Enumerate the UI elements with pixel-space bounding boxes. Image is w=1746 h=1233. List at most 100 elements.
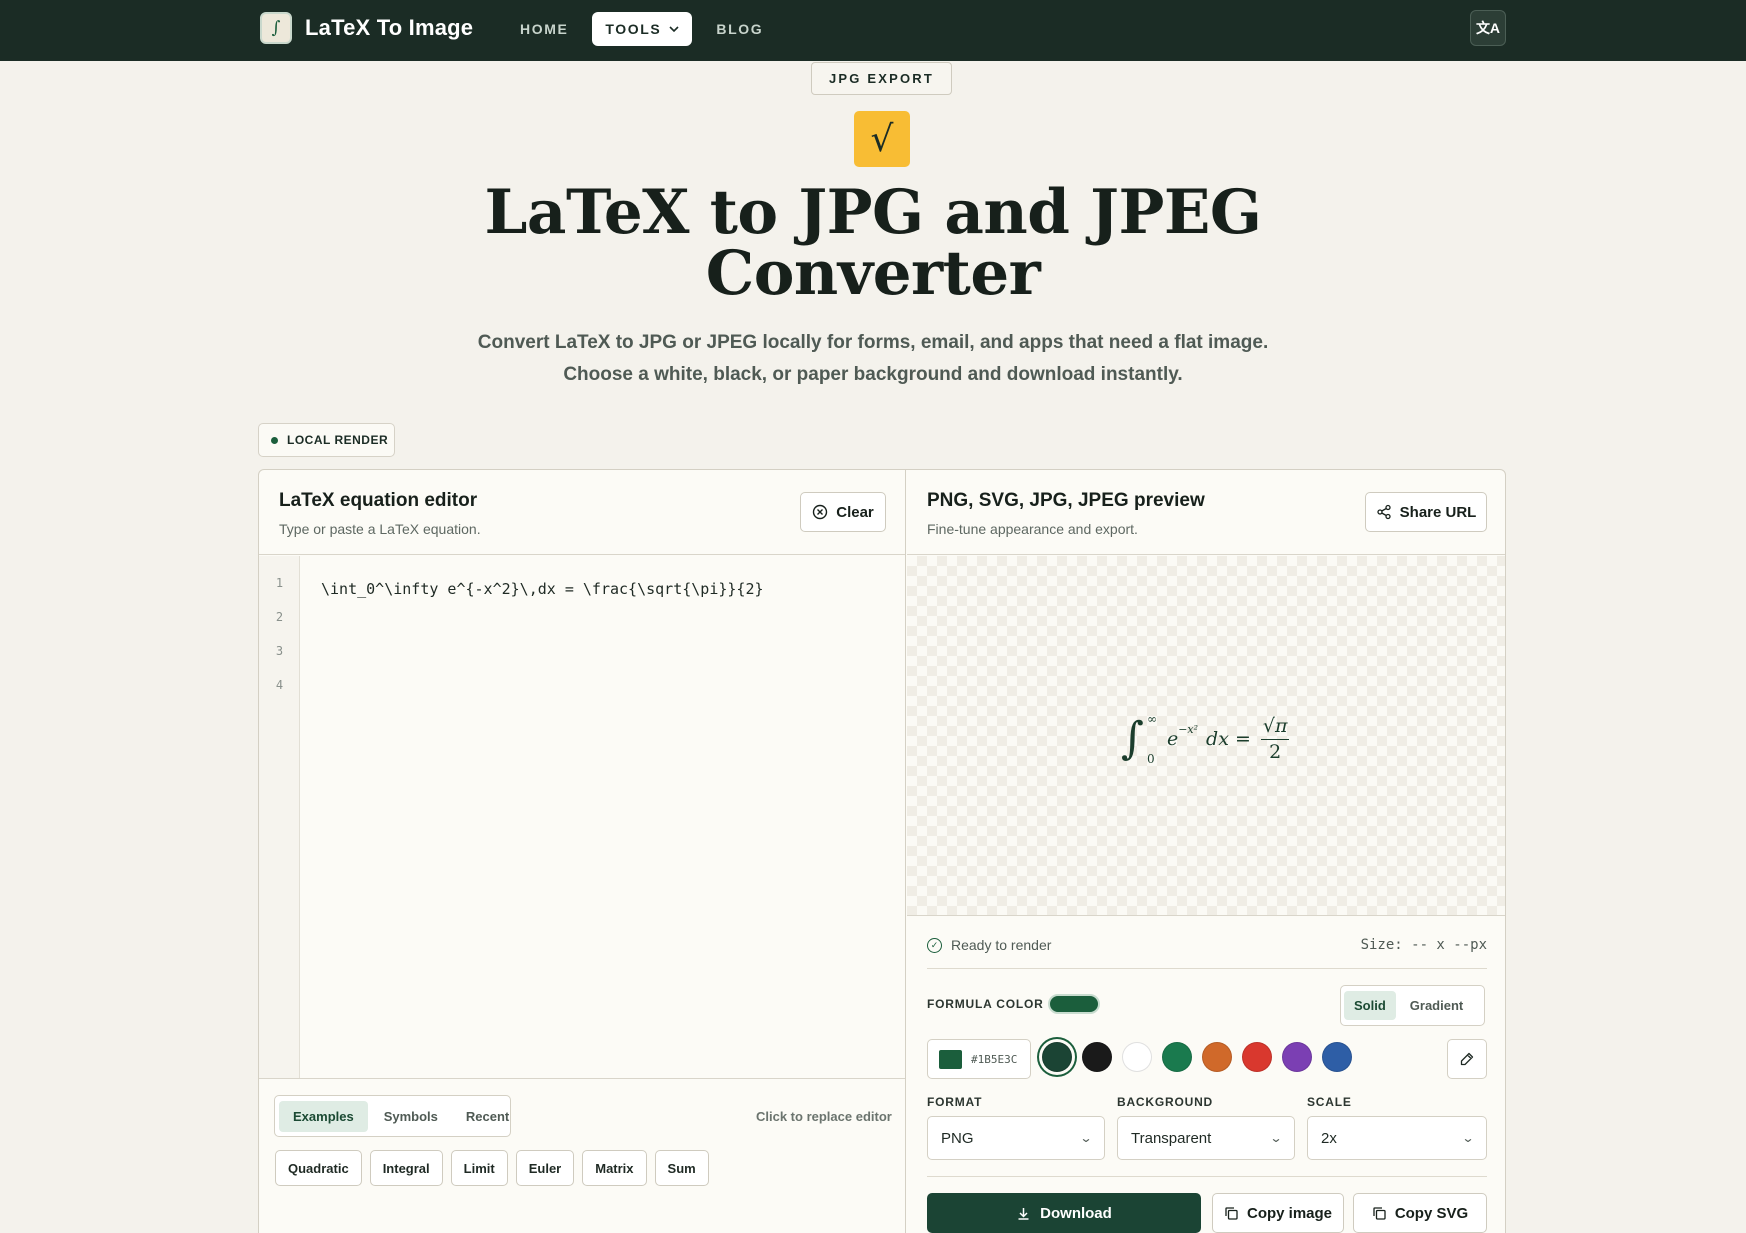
- current-color-swatch: [939, 1049, 962, 1069]
- latex-code-input[interactable]: \int_0^\infty e^{-x^2}\,dx = \frac{\sqrt…: [321, 580, 764, 598]
- swatch-purple[interactable]: [1282, 1042, 1312, 1072]
- tab-recent[interactable]: Recent: [454, 1101, 521, 1132]
- chevron-down-icon: ⌄: [1269, 1131, 1283, 1145]
- background-label: BACKGROUND: [1117, 1095, 1213, 1109]
- top-navbar: ∫ LaTeX To Image HOME TOOLS BLOG 文A: [0, 0, 1746, 61]
- fraction-denominator: 2: [1269, 741, 1282, 763]
- swatch-blue[interactable]: [1322, 1042, 1352, 1072]
- line-number: 3: [275, 644, 284, 658]
- local-render-label: LOCAL RENDER: [287, 433, 389, 447]
- share-url-button[interactable]: Share URL: [1365, 492, 1487, 532]
- formula-color-indicator[interactable]: [1048, 994, 1100, 1014]
- example-sum[interactable]: Sum: [654, 1150, 709, 1186]
- swatch-orange[interactable]: [1202, 1042, 1232, 1072]
- swatch-dark-green[interactable]: [1042, 1042, 1072, 1072]
- integral-sign: ∫: [1121, 713, 1144, 764]
- line-number: 4: [275, 678, 284, 692]
- color-mode-gradient[interactable]: Gradient: [1400, 991, 1473, 1020]
- sqrt-icon: √: [854, 111, 910, 167]
- scale-select[interactable]: 2x ⌄: [1307, 1116, 1487, 1160]
- color-swatches: [1042, 1042, 1352, 1072]
- integral-limits: ∞ 0: [1147, 712, 1157, 766]
- preview-title: PNG, SVG, JPG, JPEG preview: [927, 490, 1205, 511]
- swatch-red[interactable]: [1242, 1042, 1272, 1072]
- divider: [927, 1176, 1487, 1177]
- example-limit[interactable]: Limit: [450, 1150, 508, 1186]
- nav-blog[interactable]: BLOG: [706, 12, 773, 46]
- formula-color-label: FORMULA COLOR: [927, 997, 1044, 1011]
- jpg-export-tag: JPG EXPORT: [811, 62, 952, 95]
- brand-link[interactable]: ∫ LaTeX To Image: [260, 12, 473, 44]
- page-title-line2: Converter: [705, 238, 1041, 309]
- copy-image-label: Copy image: [1246, 1204, 1333, 1222]
- background-select[interactable]: Transparent ⌄: [1117, 1116, 1295, 1160]
- preview-header: PNG, SVG, JPG, JPEG preview Fine-tune ap…: [907, 470, 1505, 555]
- format-select[interactable]: PNG ⌄: [927, 1116, 1105, 1160]
- example-chips: Quadratic Integral Limit Euler Matrix Su…: [275, 1150, 709, 1186]
- example-matrix[interactable]: Matrix: [582, 1150, 647, 1186]
- size-readout: Size: -- x --px: [1360, 937, 1487, 953]
- background-value: Transparent: [1131, 1129, 1212, 1147]
- editor-panel: LaTeX equation editor Type or paste a La…: [259, 470, 906, 1233]
- formula-exponent: −x²: [1178, 722, 1199, 736]
- eyedropper-button[interactable]: [1447, 1039, 1487, 1079]
- tab-symbols[interactable]: Symbols: [372, 1101, 450, 1132]
- lower-limit: 0: [1146, 752, 1155, 766]
- translate-icon: 文A: [1475, 20, 1501, 36]
- render-status: ✓ Ready to render: [927, 937, 1051, 953]
- example-integral[interactable]: Integral: [369, 1150, 443, 1186]
- page-subtitle: Convert LaTeX to JPG or JPEG locally for…: [373, 327, 1373, 391]
- local-render-badge: LOCAL RENDER: [258, 423, 395, 457]
- copy-svg-button[interactable]: Copy SVG: [1353, 1193, 1487, 1233]
- swatch-black[interactable]: [1082, 1042, 1112, 1072]
- nav-tools-label: TOOLS: [605, 21, 662, 37]
- page-title-line1: LaTeX to JPG and JPEG: [484, 177, 1262, 248]
- editor-tabs: Examples Symbols Recent: [274, 1095, 511, 1137]
- clear-button[interactable]: Clear: [800, 492, 886, 532]
- color-mode-solid[interactable]: Solid: [1344, 991, 1396, 1020]
- chevron-down-icon: [669, 25, 679, 32]
- preview-panel: PNG, SVG, JPG, JPEG preview Fine-tune ap…: [907, 470, 1505, 1233]
- main-nav: HOME TOOLS BLOG: [510, 12, 773, 46]
- hex-value: #1B5E3C: [971, 1052, 1018, 1066]
- replace-hint: Click to replace editor: [756, 1109, 892, 1124]
- brand-name: LaTeX To Image: [305, 15, 474, 40]
- scale-label: SCALE: [1307, 1095, 1352, 1109]
- fraction-numerator: √π: [1260, 715, 1290, 740]
- render-status-row: ✓ Ready to render Size: -- x --px: [927, 930, 1487, 960]
- preview-description: Fine-tune appearance and export.: [927, 521, 1138, 537]
- line-gutter: 1 2 3 4: [259, 556, 300, 1078]
- tab-examples[interactable]: Examples: [279, 1100, 368, 1132]
- formula-differential: dx =: [1206, 728, 1251, 750]
- editor-description: Type or paste a LaTeX equation.: [279, 521, 481, 537]
- share-url-label: Share URL: [1399, 503, 1477, 521]
- color-mode-toggle: Solid Gradient: [1340, 985, 1485, 1026]
- upper-limit: ∞: [1146, 712, 1157, 726]
- rendered-formula: ∫ ∞ 0 e −x² dx = √π 2: [1121, 712, 1290, 766]
- check-circle-icon: ✓: [927, 937, 942, 953]
- copy-icon: [1373, 1206, 1386, 1220]
- subtitle-line1: Convert LaTeX to JPG or JPEG locally for…: [477, 332, 1269, 353]
- copy-image-button[interactable]: Copy image: [1212, 1193, 1344, 1233]
- swatch-white[interactable]: [1122, 1042, 1152, 1072]
- hex-color-input[interactable]: #1B5E3C: [927, 1039, 1031, 1079]
- format-label: FORMAT: [927, 1095, 983, 1109]
- nav-home[interactable]: HOME: [510, 12, 578, 46]
- copy-icon: [1225, 1206, 1238, 1220]
- latex-editor[interactable]: 1 2 3 4 \int_0^\infty e^{-x^2}\,dx = \fr…: [259, 556, 905, 1079]
- status-dot-icon: [271, 436, 278, 444]
- editor-title: LaTeX equation editor: [279, 490, 478, 511]
- example-quadratic[interactable]: Quadratic: [275, 1150, 362, 1186]
- language-button[interactable]: 文A: [1470, 10, 1506, 46]
- converter-card: LaTeX equation editor Type or paste a La…: [258, 469, 1506, 1233]
- nav-tools[interactable]: TOOLS: [592, 12, 693, 46]
- example-euler[interactable]: Euler: [515, 1150, 575, 1186]
- scale-value: 2x: [1321, 1129, 1337, 1147]
- copy-svg-label: Copy SVG: [1394, 1204, 1469, 1222]
- swatch-green[interactable]: [1162, 1042, 1192, 1072]
- subtitle-line2: Choose a white, black, or paper backgrou…: [563, 364, 1183, 385]
- download-button[interactable]: Download: [927, 1193, 1201, 1233]
- download-icon: [1018, 1207, 1029, 1220]
- divider: [927, 968, 1487, 969]
- line-number: 2: [275, 610, 284, 624]
